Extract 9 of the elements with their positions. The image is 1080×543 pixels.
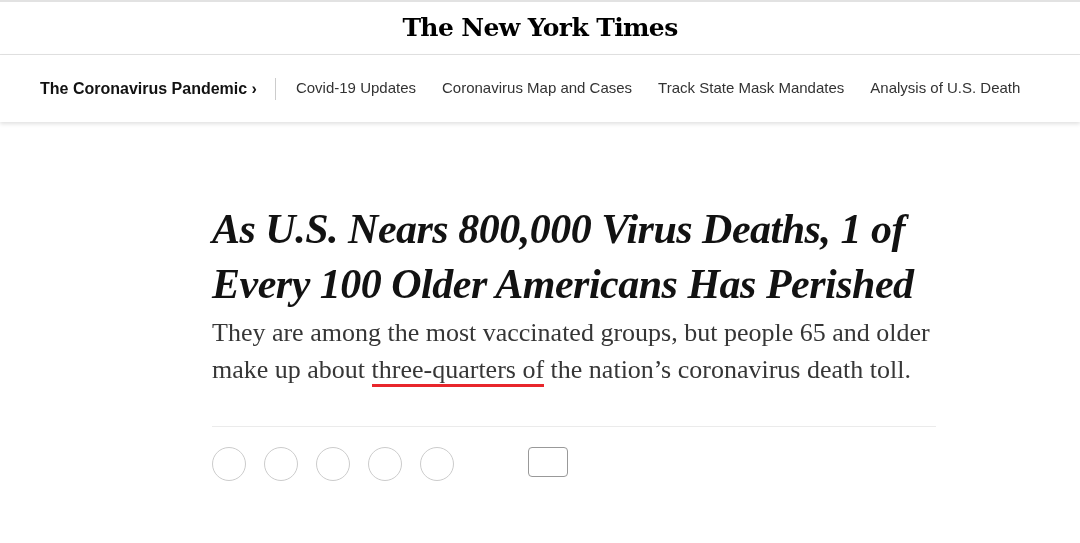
nav-link[interactable]: Coronavirus Map and Cases [442, 77, 633, 100]
nav-link[interactable]: Analysis of U.S. Death [870, 77, 1021, 100]
headline: As U.S. Nears 800,000 Virus Deaths, 1 of Every 100 Older Americans Has Perished [212, 205, 916, 309]
comment-button[interactable] [528, 447, 568, 477]
logo[interactable]: The New York Times [402, 9, 678, 47]
section-link[interactable]: The Coronavirus Pandemic › [40, 76, 275, 101]
nav-link[interactable]: Track State Mask Mandates [658, 77, 845, 100]
summary: They are among the most vaccinated groups, but people 65 and older make up about three-quarters of the nation’s coronavirus death toll. [212, 314, 932, 388]
nav-link[interactable]: Covid-19 Updates [295, 77, 416, 100]
